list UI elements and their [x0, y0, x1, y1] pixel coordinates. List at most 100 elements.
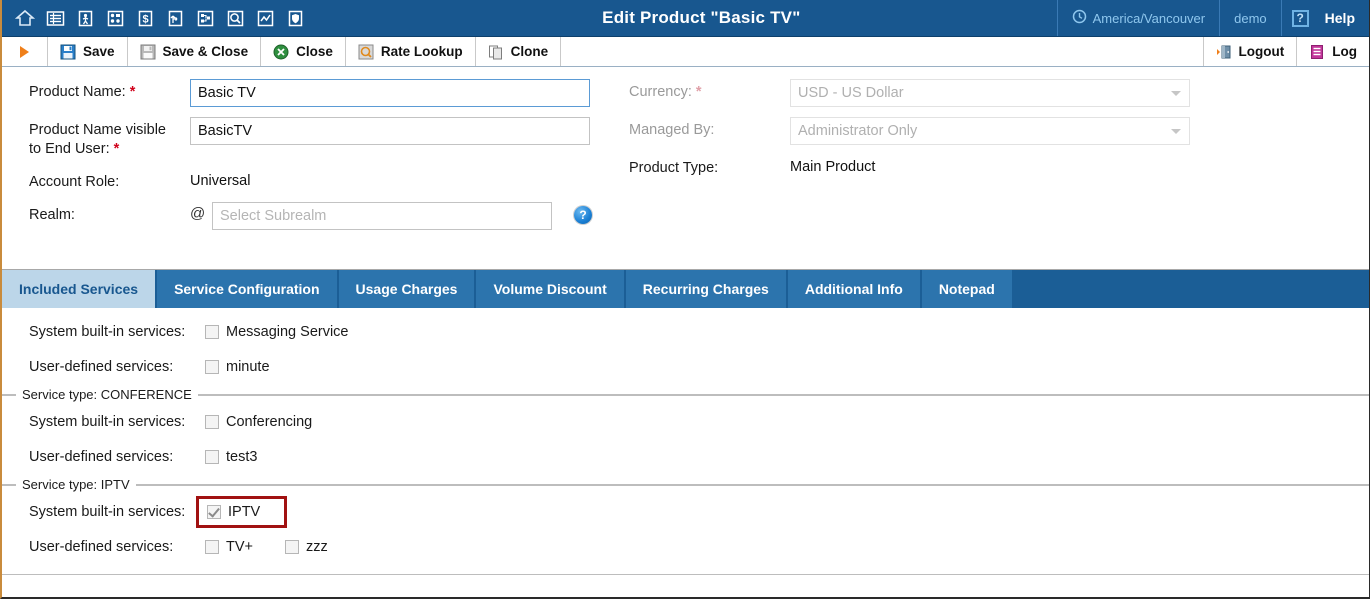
- tab-label: Service Configuration: [174, 281, 320, 297]
- checkbox-box[interactable]: [207, 504, 221, 519]
- checkbox-label: zzz: [306, 538, 328, 555]
- chevron-down-icon: [1171, 91, 1181, 96]
- builtin-services-label: System built-in services:: [29, 503, 186, 520]
- builtin-services-label: System built-in services:: [29, 413, 186, 430]
- tab-volume-discount[interactable]: Volume Discount: [476, 270, 626, 308]
- service-row-builtin: System built-in services: Conferencing: [2, 404, 1369, 439]
- checkbox-box[interactable]: [205, 414, 219, 429]
- nodes-icon[interactable]: [194, 7, 216, 29]
- checkbox-box[interactable]: [205, 359, 219, 374]
- checkbox-label: TV+: [226, 538, 253, 555]
- managed-by-label: Managed By:: [629, 122, 715, 138]
- shield-icon[interactable]: [284, 7, 306, 29]
- list-icon[interactable]: [44, 7, 66, 29]
- service-group: System built-in services: Messaging Serv…: [2, 308, 1369, 395]
- product-type-label: Product Type:: [629, 160, 719, 176]
- close-button[interactable]: Close: [261, 37, 346, 66]
- top-right-controls: America/Vancouver demo ? Help: [1056, 0, 1369, 36]
- rate-lookup-label: Rate Lookup: [380, 44, 463, 59]
- checkbox-messaging-service[interactable]: Messaging Service: [205, 324, 349, 340]
- product-name-label: Product Name: *: [2, 79, 190, 102]
- product-name-end-user-label: Product Name visible to End User: *: [2, 117, 190, 159]
- help-question-button[interactable]: ?: [1280, 0, 1319, 36]
- route-icon[interactable]: [164, 7, 186, 29]
- checkbox-zzz[interactable]: zzz: [285, 539, 328, 555]
- realm-input[interactable]: [212, 202, 552, 230]
- checkbox-conferencing[interactable]: Conferencing: [205, 414, 312, 430]
- end-user-label-line1: Product Name visible: [29, 122, 166, 138]
- managed-by-select: Administrator Only: [790, 117, 1190, 145]
- product-name-end-user-input[interactable]: [190, 117, 590, 145]
- currency-select-wrap: USD - US Dollar: [790, 79, 1190, 107]
- help-button[interactable]: Help: [1319, 0, 1369, 36]
- service-row-userdefined: User-defined services: test3: [2, 439, 1369, 474]
- log-button[interactable]: Log: [1296, 37, 1369, 66]
- user-menu[interactable]: demo: [1219, 0, 1281, 36]
- checkbox-box[interactable]: [205, 539, 219, 554]
- service-row-builtin: System built-in services: IPTV: [2, 494, 1369, 529]
- tab-notepad[interactable]: Notepad: [921, 270, 1014, 308]
- tab-usage-charges[interactable]: Usage Charges: [338, 270, 477, 308]
- dollar-icon[interactable]: $: [134, 7, 156, 29]
- clone-icon: [488, 44, 504, 60]
- tab-label: Recurring Charges: [642, 281, 769, 297]
- log-label: Log: [1332, 44, 1357, 59]
- currency-label: Currency: *: [602, 79, 790, 102]
- clone-label: Clone: [510, 44, 549, 59]
- search-icon[interactable]: [224, 7, 246, 29]
- home-icon[interactable]: [14, 7, 36, 29]
- checkbox-label: minute: [226, 358, 270, 375]
- checkbox-minute[interactable]: minute: [205, 359, 270, 375]
- field-realm: Realm: @ ?: [2, 202, 602, 230]
- svg-text:$: $: [142, 13, 148, 25]
- clock-icon: [1072, 9, 1087, 27]
- builtin-services-label: System built-in services:: [29, 323, 186, 340]
- tab-bar: Included Services Service Configuration …: [2, 270, 1369, 308]
- grid-icon[interactable]: [104, 7, 126, 29]
- service-group: Service type: IPTV System built-in servi…: [2, 477, 1369, 575]
- form-column-right: Currency: * USD - US Dollar Managed By: …: [602, 79, 1202, 188]
- checkbox-box[interactable]: [285, 539, 299, 554]
- service-group-legend: Service type: IPTV: [16, 477, 136, 492]
- save-button[interactable]: Save: [48, 37, 128, 66]
- checkbox-tv-plus[interactable]: TV+: [205, 539, 253, 555]
- save-close-icon: [140, 44, 156, 60]
- timezone-indicator[interactable]: America/Vancouver: [1056, 0, 1219, 36]
- field-product-name-end-user: Product Name visible to End User: *: [2, 117, 602, 159]
- tab-label: Additional Info: [804, 281, 903, 297]
- service-group: Service type: CONFERENCE System built-in…: [2, 387, 1369, 485]
- checkbox-box[interactable]: [205, 449, 219, 464]
- clone-button[interactable]: Clone: [476, 37, 562, 66]
- account-role-label: Account Role:: [29, 174, 120, 190]
- checkbox-box[interactable]: [205, 324, 219, 339]
- product-name-input[interactable]: [190, 79, 590, 107]
- checkbox-label: Messaging Service: [226, 323, 349, 340]
- realm-help-icon[interactable]: ?: [574, 206, 592, 224]
- save-and-close-label: Save & Close: [162, 44, 249, 59]
- rate-lookup-button[interactable]: Rate Lookup: [346, 37, 476, 66]
- action-toolbar: Save Save & Close Close Rate Lookup Clon: [2, 37, 1369, 67]
- tab-recurring-charges[interactable]: Recurring Charges: [625, 270, 788, 308]
- logout-button[interactable]: Logout: [1202, 37, 1297, 66]
- save-label: Save: [83, 44, 115, 59]
- account-role-value: Universal: [190, 173, 251, 189]
- currency-select: USD - US Dollar: [790, 79, 1190, 107]
- checkbox-iptv[interactable]: IPTV: [207, 504, 260, 520]
- field-currency: Currency: * USD - US Dollar: [602, 79, 1202, 107]
- person-icon[interactable]: [74, 7, 96, 29]
- tab-included-services[interactable]: Included Services: [2, 270, 158, 308]
- chevron-down-icon: [1171, 129, 1181, 134]
- window-title-container: Edit Product "Basic TV": [306, 0, 1057, 36]
- userdefined-services-label: User-defined services:: [29, 448, 174, 465]
- global-nav-icons: $: [2, 0, 306, 36]
- checkbox-test3[interactable]: test3: [205, 449, 257, 465]
- username-label: demo: [1234, 10, 1267, 26]
- close-icon: [273, 44, 289, 60]
- tab-bar-filler: [1013, 270, 1369, 308]
- save-and-close-button[interactable]: Save & Close: [128, 37, 262, 66]
- run-button[interactable]: [2, 37, 48, 66]
- chart-icon[interactable]: [254, 7, 276, 29]
- tab-service-configuration[interactable]: Service Configuration: [157, 270, 339, 308]
- tab-additional-info[interactable]: Additional Info: [787, 270, 922, 308]
